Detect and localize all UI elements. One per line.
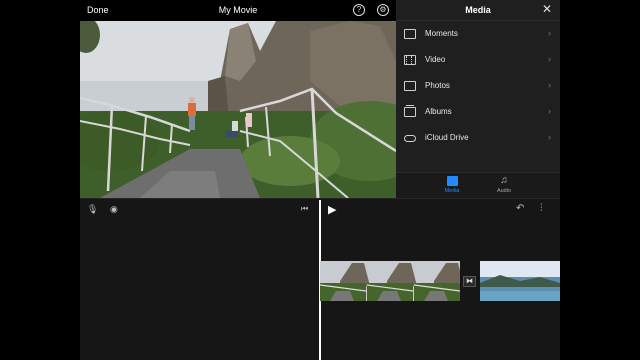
chevron-right-icon: › <box>548 80 551 90</box>
chevron-right-icon: › <box>548 28 551 38</box>
project-title: My Movie <box>218 5 258 15</box>
transition-icon[interactable]: ⧓ <box>463 276 476 287</box>
imovie-app: Done My Movie ? ⚙ Media ✕ Moments › Vide… <box>80 0 560 360</box>
video-clip[interactable] <box>480 261 560 301</box>
media-item-label: Photos <box>425 81 450 90</box>
media-item-albums[interactable]: Albums › <box>396 99 560 125</box>
help-icon[interactable]: ? <box>353 4 365 16</box>
media-title: Media <box>465 5 491 15</box>
cloud-icon <box>404 135 416 142</box>
clip-thumbnail-lake <box>480 261 560 301</box>
media-panel: Media ✕ Moments › Video › Photos › Album… <box>396 0 560 198</box>
chevron-right-icon: › <box>548 106 551 116</box>
media-tab-bar: Media ♫ Audio <box>396 172 560 198</box>
top-bar: Done My Movie ? ⚙ <box>80 0 396 21</box>
skip-back-icon[interactable]: ⏮ <box>301 204 308 214</box>
editor-area: Done My Movie ? ⚙ <box>80 0 396 198</box>
tab-audio[interactable]: ♫ Audio <box>484 175 524 195</box>
video-viewer[interactable] <box>80 21 396 198</box>
letterbox-left <box>0 0 80 360</box>
media-header: Media ✕ <box>396 0 560 21</box>
clip-thumbnails <box>320 261 460 301</box>
video-frame-image <box>80 21 396 198</box>
tab-media[interactable]: Media <box>432 176 472 194</box>
chevron-right-icon: › <box>548 54 551 64</box>
media-item-moments[interactable]: Moments › <box>396 21 560 47</box>
camera-icon[interactable]: ◉ <box>110 204 118 215</box>
close-icon[interactable]: ✕ <box>542 3 552 15</box>
media-item-label: Moments <box>425 29 458 38</box>
media-item-video[interactable]: Video › <box>396 47 560 73</box>
media-tab-icon <box>446 176 458 186</box>
music-note-icon: ♫ <box>500 175 508 186</box>
waveform-icon[interactable]: ⫶ <box>540 203 543 214</box>
tab-label: Audio <box>496 188 512 194</box>
albums-icon <box>404 105 416 117</box>
moments-icon <box>404 29 416 39</box>
photo-icon <box>404 81 416 91</box>
media-item-label: Albums <box>425 107 452 116</box>
chevron-right-icon: › <box>548 132 551 142</box>
letterbox-right <box>560 0 640 360</box>
media-item-label: Video <box>425 55 446 64</box>
media-item-label: iCloud Drive <box>425 133 469 142</box>
media-list: Moments › Video › Photos › Albums › iClo… <box>396 21 560 151</box>
media-item-icloud-drive[interactable]: iCloud Drive › <box>396 125 560 151</box>
undo-icon[interactable]: ↶ <box>516 203 524 214</box>
media-item-photos[interactable]: Photos › <box>396 73 560 99</box>
mic-icon[interactable]: 🎙 <box>87 204 98 215</box>
play-icon[interactable]: ▶ <box>328 203 336 216</box>
tab-label: Media <box>444 188 460 194</box>
settings-icon[interactable]: ⚙ <box>377 4 389 16</box>
video-clip[interactable] <box>320 261 460 301</box>
film-icon <box>404 55 416 65</box>
